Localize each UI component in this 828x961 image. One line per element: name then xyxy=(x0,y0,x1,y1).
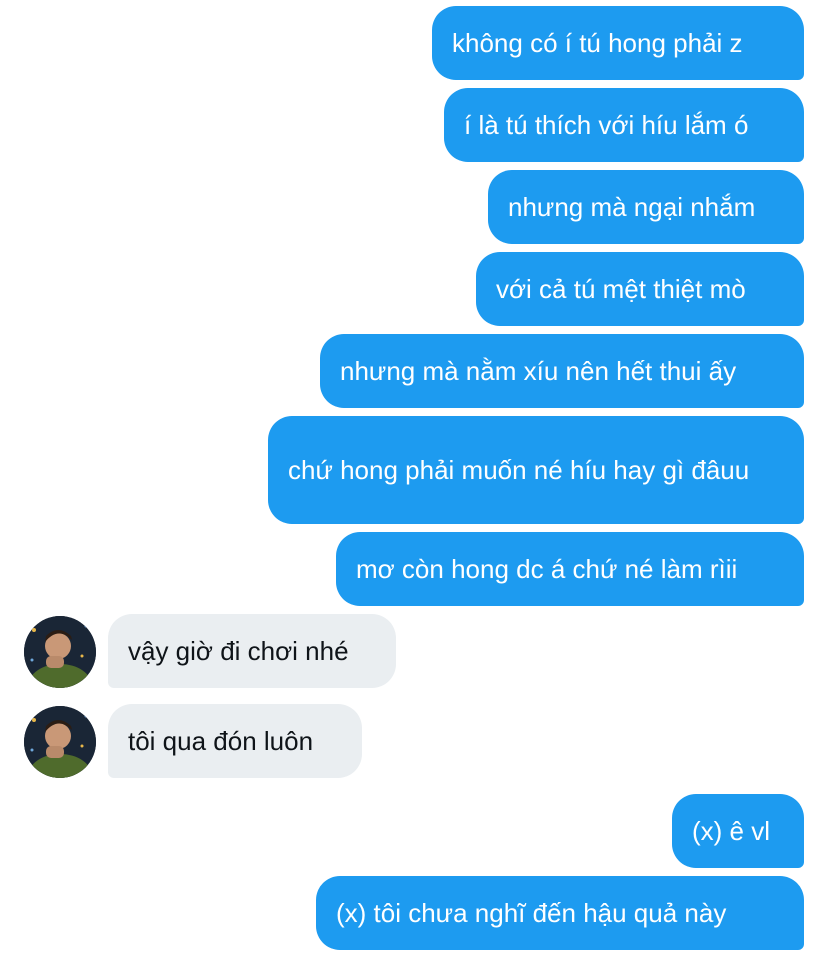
message-text: chứ hong phải muốn né híu hay gì đâuu xyxy=(288,455,750,485)
avatar-photo-icon xyxy=(24,616,96,688)
message-text: vậy giờ đi chơi nhé xyxy=(128,636,349,666)
sent-message[interactable]: nhưng mà ngại nhắm xyxy=(488,170,804,244)
message-text: với cả tú mệt thiệt mò xyxy=(496,274,746,304)
message-text: mơ còn hong dc á chứ né làm rìii xyxy=(356,554,738,584)
received-message[interactable]: vậy giờ đi chơi nhé xyxy=(108,614,396,688)
sent-message[interactable]: nhưng mà nằm xíu nên hết thui ấy xyxy=(320,334,804,408)
sent-message[interactable]: chứ hong phải muốn né híu hay gì đâuu xyxy=(268,416,804,524)
message-text: (x) ê vl xyxy=(692,816,770,846)
message-text: không có í tú hong phải z xyxy=(452,28,743,58)
contact-avatar[interactable] xyxy=(24,706,96,778)
message-text: tôi qua đón luôn xyxy=(128,726,314,756)
sent-message[interactable]: với cả tú mệt thiệt mò xyxy=(476,252,804,326)
sent-message[interactable]: mơ còn hong dc á chứ né làm rìii xyxy=(336,532,804,606)
contact-avatar[interactable] xyxy=(24,616,96,688)
received-message[interactable]: tôi qua đón luôn xyxy=(108,704,362,778)
message-text: í là tú thích với híu lắm ó xyxy=(464,110,749,140)
conversation-thread: không có í tú hong phải z í là tú thích … xyxy=(0,0,828,961)
sent-message[interactable]: không có í tú hong phải z xyxy=(432,6,804,80)
avatar-photo-icon xyxy=(24,706,96,778)
message-text: (x) tôi chưa nghĩ đến hậu quả này xyxy=(336,898,727,928)
message-text: nhưng mà ngại nhắm xyxy=(508,192,756,222)
message-text: nhưng mà nằm xíu nên hết thui ấy xyxy=(340,356,737,386)
sent-message[interactable]: í là tú thích với híu lắm ó xyxy=(444,88,804,162)
sent-message[interactable]: (x) tôi chưa nghĩ đến hậu quả này xyxy=(316,876,804,950)
sent-message[interactable]: (x) ê vl xyxy=(672,794,804,868)
